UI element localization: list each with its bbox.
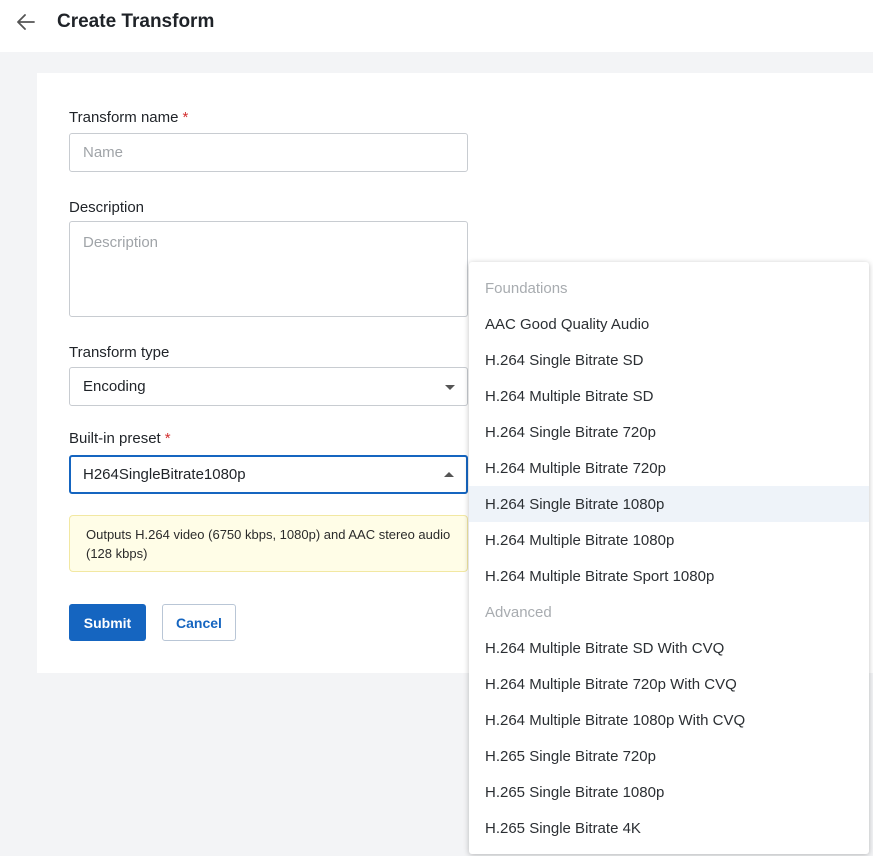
built-in-preset-value: H264SingleBitrate1080p bbox=[83, 466, 246, 483]
built-in-preset-label: Built-in preset * bbox=[69, 430, 171, 447]
built-in-preset-select[interactable]: H264SingleBitrate1080p bbox=[69, 455, 468, 494]
dropdown-option[interactable]: H.265 Single Bitrate 1080p bbox=[469, 774, 869, 810]
transform-name-input[interactable] bbox=[69, 133, 468, 172]
preset-dropdown-menu: Foundations AAC Good Quality Audio H.264… bbox=[469, 262, 869, 854]
page-title: Create Transform bbox=[57, 11, 215, 32]
caret-up-icon bbox=[444, 471, 454, 477]
back-button[interactable] bbox=[14, 11, 38, 33]
dropdown-option[interactable]: H.264 Multiple Bitrate 1080p bbox=[469, 522, 869, 558]
description-label: Description bbox=[69, 199, 145, 216]
preset-info-box: Outputs H.264 video (6750 kbps, 1080p) a… bbox=[69, 515, 468, 572]
dropdown-group-header: Foundations bbox=[485, 279, 568, 297]
dropdown-group-header: Advanced bbox=[485, 603, 552, 621]
transform-name-label: Transform name * bbox=[69, 109, 188, 126]
dropdown-option-selected[interactable]: H.264 Single Bitrate 1080p bbox=[469, 486, 869, 522]
dropdown-option[interactable]: AAC Good Quality Audio bbox=[469, 306, 869, 342]
required-marker: * bbox=[164, 430, 171, 447]
transform-type-select[interactable]: Encoding bbox=[69, 367, 468, 406]
arrow-left-icon bbox=[17, 14, 35, 30]
submit-button[interactable]: Submit bbox=[69, 604, 146, 641]
cancel-button[interactable]: Cancel bbox=[162, 604, 236, 641]
transform-type-value: Encoding bbox=[83, 378, 146, 395]
dropdown-option[interactable]: H.264 Multiple Bitrate SD bbox=[469, 378, 869, 414]
dropdown-option[interactable]: H.264 Multiple Bitrate SD With CVQ bbox=[469, 630, 869, 666]
caret-down-icon bbox=[445, 384, 455, 390]
dropdown-option[interactable]: H.264 Multiple Bitrate 720p bbox=[469, 450, 869, 486]
preset-info-text: Outputs H.264 video (6750 kbps, 1080p) a… bbox=[86, 527, 451, 561]
description-textarea[interactable] bbox=[69, 221, 468, 317]
page-header: Create Transform bbox=[0, 0, 873, 52]
transform-name-label-text: Transform name bbox=[69, 109, 179, 126]
dropdown-option[interactable]: H.264 Multiple Bitrate Sport 1080p bbox=[469, 558, 869, 594]
transform-type-label: Transform type bbox=[69, 344, 170, 361]
dropdown-option[interactable]: H.264 Single Bitrate 720p bbox=[469, 414, 869, 450]
built-in-preset-label-text: Built-in preset bbox=[69, 430, 161, 447]
dropdown-option[interactable]: H.264 Multiple Bitrate 1080p With CVQ bbox=[469, 702, 869, 738]
required-marker: * bbox=[182, 109, 189, 126]
dropdown-option[interactable]: H.265 Single Bitrate 720p bbox=[469, 738, 869, 774]
dropdown-option[interactable]: H.265 Single Bitrate 4K bbox=[469, 810, 869, 846]
dropdown-option[interactable]: H.264 Multiple Bitrate 720p With CVQ bbox=[469, 666, 869, 702]
dropdown-option[interactable]: H.264 Single Bitrate SD bbox=[469, 342, 869, 378]
